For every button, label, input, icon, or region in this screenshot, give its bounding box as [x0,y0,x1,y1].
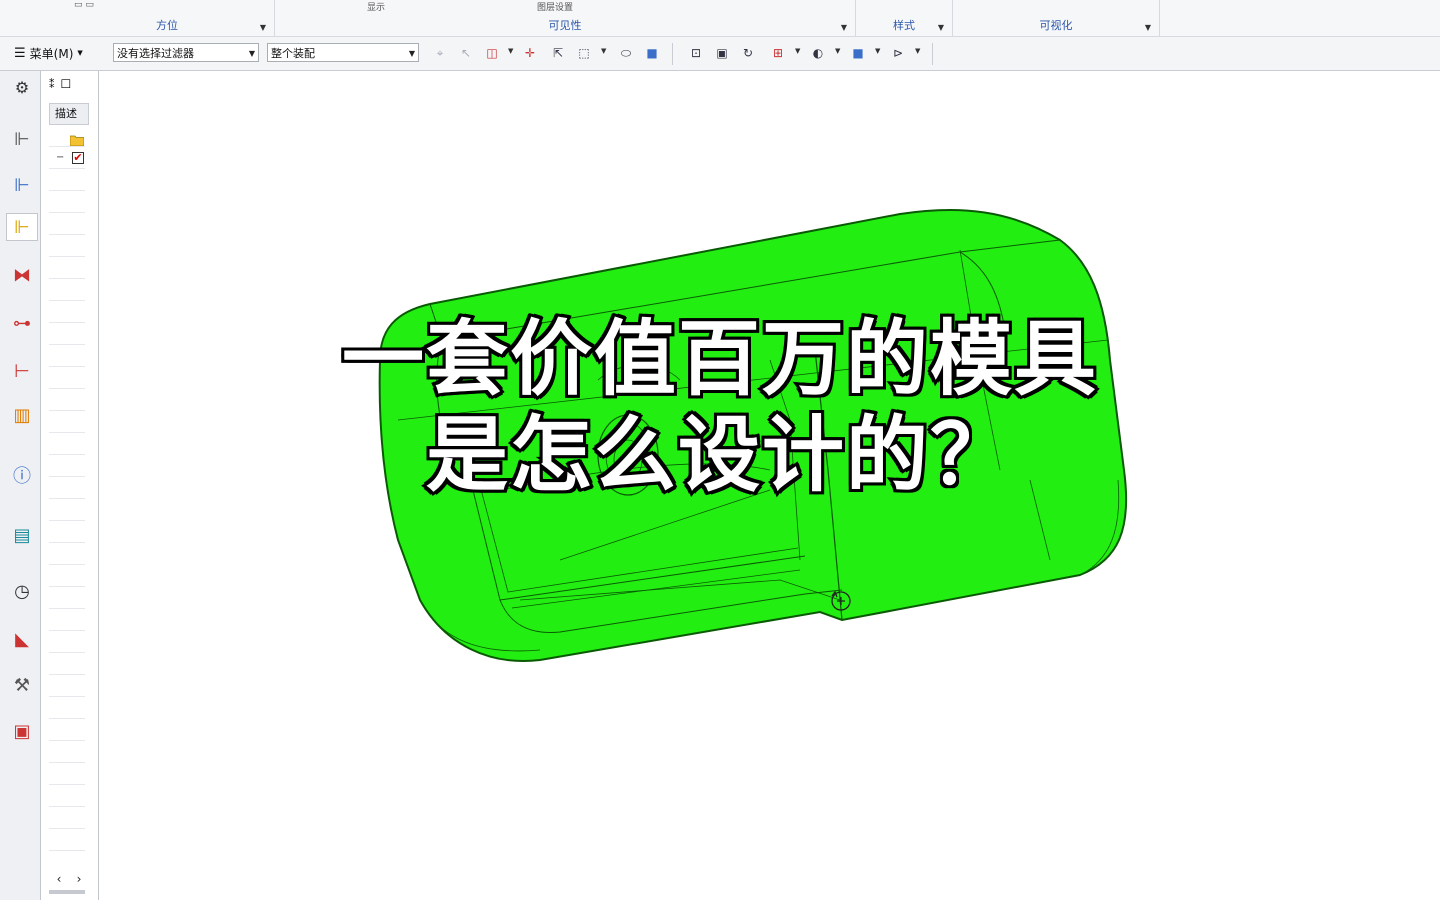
list-item [49,169,85,191]
snap-point-icon[interactable]: ⌖ [432,45,448,61]
ribbon-group-label: 方位 [156,19,178,32]
list-item [49,257,85,279]
ribbon: ▭ ▭ 方位 ▼ 显示 图层设置 可见性 ▼ 样式 ▼ 可视化 ▼ [0,0,1440,37]
chevron-down-icon: ▼ [248,49,255,58]
chevron-down-icon[interactable]: ▼ [601,47,606,55]
toolbar-separator [932,43,933,65]
list-item [49,587,85,609]
list-item [49,741,85,763]
orient-view-icon[interactable]: ⊞ [770,45,786,61]
ribbon-group-visualization[interactable]: 可视化 ▼ [953,0,1160,36]
chevron-down-icon[interactable]: ▼ [841,23,847,32]
folder-icon[interactable] [70,135,84,146]
menu-icon: ☰ [14,45,26,61]
list-item [49,785,85,807]
menu-button[interactable]: ☰ 菜单(M) ▼ [14,44,83,62]
ribbon-stub-layer-settings[interactable]: 图层设置 [537,0,573,13]
toolbar-separator [672,43,673,65]
assembly-navigator-icon[interactable]: ⊩ [8,125,36,153]
gear-icon[interactable]: ⚙ [8,73,36,101]
ribbon-group-label: 可见性 [548,19,582,32]
list-item [49,521,85,543]
book-icon[interactable]: ▣ [8,717,36,745]
chevron-down-icon[interactable]: ▼ [508,47,513,55]
chevron-right-icon[interactable]: › [77,872,82,888]
list-item [49,609,85,631]
chevron-down-icon: ▼ [408,49,415,58]
eraser-icon[interactable]: ⬭ [618,45,634,61]
navigator-scroll-buttons: ‹ › [49,872,89,888]
pin-icon[interactable]: ⁑ [49,78,55,91]
selection-scope-value: 整个装配 [271,47,315,60]
select-icon[interactable]: ↖ [458,45,474,61]
robot-arm-icon[interactable]: ⚒ [8,671,36,699]
edit-section-icon[interactable]: ⊳ [890,45,906,61]
checkbox-icon[interactable]: ✔ [72,152,84,164]
ribbon-group-style[interactable]: 样式 ▼ [856,0,953,36]
analysis-icon[interactable]: ◣ [8,625,36,653]
collapse-icon[interactable]: − [56,152,64,163]
list-item [49,235,85,257]
chevron-down-icon[interactable]: ▼ [1145,23,1151,32]
list-item [49,719,85,741]
chevron-down-icon[interactable]: ▼ [915,47,920,55]
ribbon-group-orientation[interactable]: ▭ ▭ 方位 ▼ [60,0,275,36]
list-item [49,565,85,587]
chevron-down-icon[interactable]: ▼ [260,23,266,32]
ribbon-group-visibility[interactable]: 显示 图层设置 可见性 ▼ [275,0,856,36]
type-filter-combo[interactable]: 没有选择过滤器 ▼ [113,43,259,62]
type-filter-value: 没有选择过滤器 [117,47,194,60]
select-chain-icon[interactable]: ⇱ [550,45,566,61]
clock-icon[interactable]: ◷ [8,577,36,605]
reuse-library-icon[interactable]: ⧓ [8,261,36,289]
document-icon[interactable]: ▤ [8,521,36,549]
chevron-down-icon[interactable]: ▼ [795,47,800,55]
list-item [49,543,85,565]
chevron-down-icon[interactable]: ▼ [875,47,880,55]
rotate-cursor-icon [831,590,851,611]
shaded-cube-icon[interactable]: ■ [850,45,866,61]
list-item [49,829,85,851]
fit-view-icon[interactable]: ⊡ [688,45,704,61]
part-navigator-icon[interactable]: ⊩ [6,213,38,241]
list-item [49,191,85,213]
navigator-column-header[interactable]: 描述 [49,103,89,125]
ribbon-stub-display[interactable]: 显示 [367,0,385,13]
menu-label: 菜单(M) [29,46,74,61]
deselect-icon[interactable]: ✛ [522,45,538,61]
selection-toolbar: ☰ 菜单(M) ▼ 没有选择过滤器 ▼ 整个装配 ▼ ⌖ ↖ ◫ ▼ ✛ ⇱ ⬚… [0,37,1440,71]
selection-scope-combo[interactable]: 整个装配 ▼ [267,43,419,62]
render-style-icon[interactable]: ◐ [810,45,826,61]
chevron-down-icon[interactable]: ▼ [938,23,944,32]
rectangle-select-icon[interactable]: ⬚ [576,45,592,61]
chevron-down-icon: ▼ [77,49,83,57]
caption-line-2: 是怎么设计的？ [423,405,1015,506]
cube-icon[interactable]: ■ [644,45,660,61]
constraint-navigator-icon[interactable]: ⊩ [8,171,36,199]
list-item [49,763,85,785]
list-item [49,697,85,719]
chevron-down-icon[interactable]: ▼ [835,47,840,55]
list-item [49,213,85,235]
horizontal-scrollbar[interactable] [49,890,85,894]
rotate-icon[interactable]: ↻ [740,45,756,61]
list-item [49,631,85,653]
navigator-header: ⁑ ☐ [49,77,71,91]
zoom-window-icon[interactable]: ▣ [714,45,730,61]
ribbon-stub-icons: ▭ ▭ [74,0,94,10]
select-feature-icon[interactable]: ◫ [484,45,500,61]
list-item [49,807,85,829]
list-item [49,675,85,697]
maximize-icon[interactable]: ☐ [61,77,72,91]
chevron-left-icon[interactable]: ‹ [57,872,62,888]
list-item [49,653,85,675]
ribbon-group-label: 可视化 [1039,19,1073,32]
